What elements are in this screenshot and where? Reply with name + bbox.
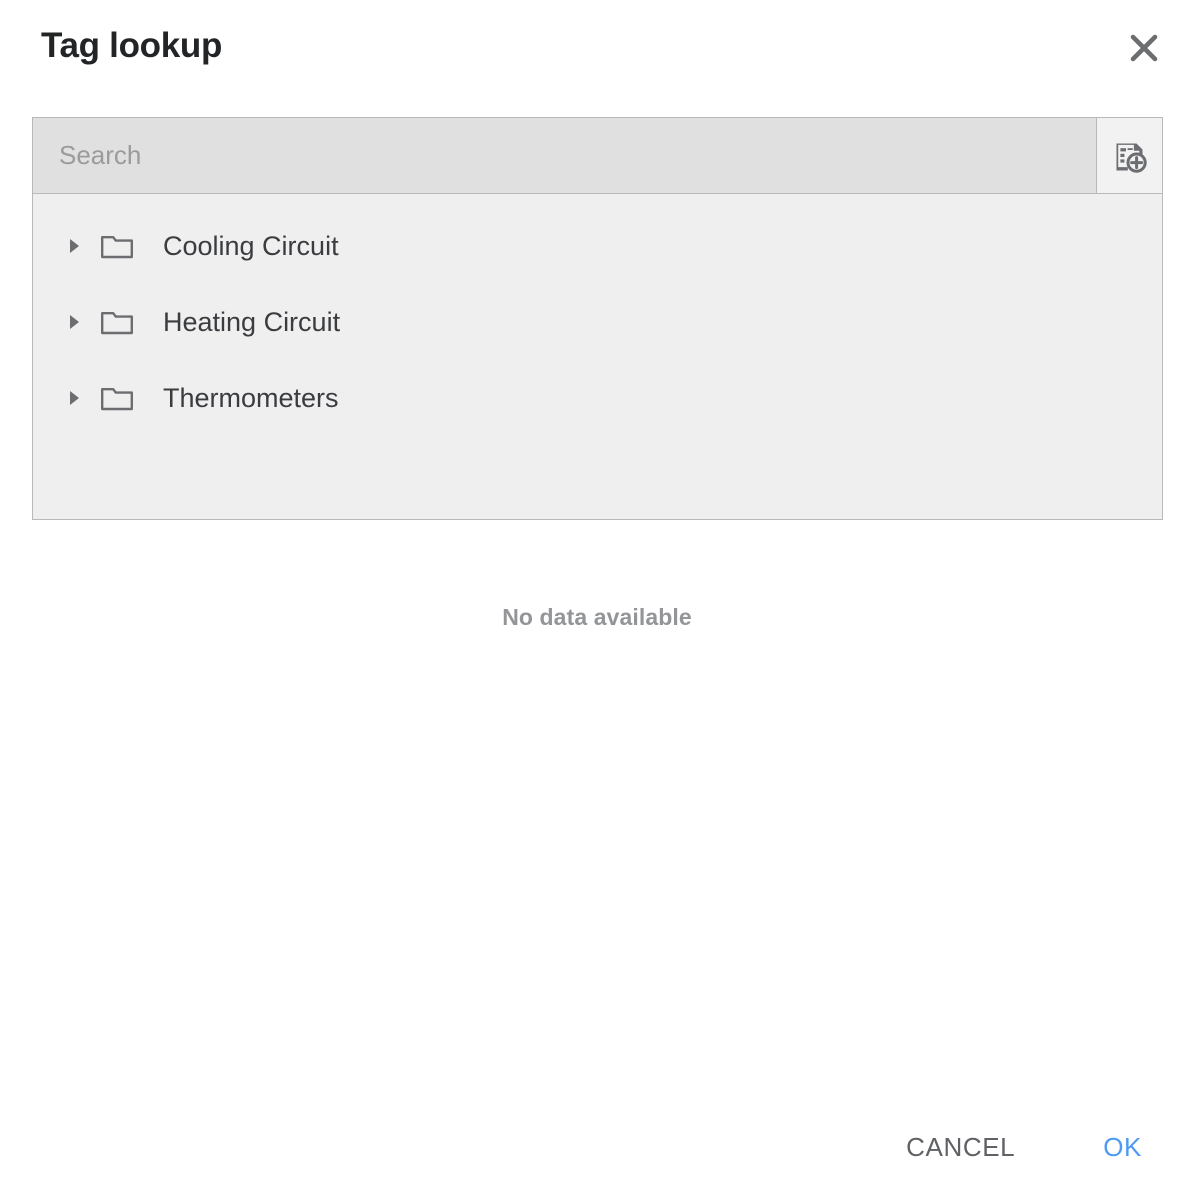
folder-icon (99, 383, 135, 413)
tree-item-label: Cooling Circuit (163, 231, 339, 261)
tree-item-heating-circuit[interactable]: Heating Circuit (33, 284, 1162, 360)
tree-item-cooling-circuit[interactable]: Cooling Circuit (33, 208, 1162, 284)
folder-icon (99, 231, 135, 261)
close-button[interactable] (1122, 26, 1166, 70)
dialog-header: Tag lookup (0, 0, 1194, 96)
add-tag-button[interactable] (1096, 118, 1162, 193)
chevron-right-icon[interactable] (59, 231, 89, 261)
search-input[interactable] (33, 118, 1096, 193)
ok-button[interactable]: OK (1085, 1120, 1160, 1175)
tree-item-label: Heating Circuit (163, 307, 341, 337)
tree-item-label: Thermometers (163, 383, 339, 413)
tag-tree: Cooling Circuit Heating Circuit Thermome… (33, 194, 1162, 436)
add-tag-icon (1110, 136, 1150, 176)
dialog-footer: CANCEL OK (0, 1092, 1194, 1202)
chevron-right-icon[interactable] (59, 383, 89, 413)
close-icon (1127, 31, 1161, 65)
cancel-button[interactable]: CANCEL (888, 1120, 1033, 1175)
tree-item-thermometers[interactable]: Thermometers (33, 360, 1162, 436)
folder-icon (99, 307, 135, 337)
chevron-right-icon[interactable] (59, 307, 89, 337)
empty-state-message: No data available (502, 604, 692, 630)
page-title: Tag lookup (41, 26, 223, 65)
search-row (33, 118, 1162, 194)
tag-lookup-dialog: Tag lookup Search Cooling Circuit Heatin… (0, 0, 1194, 1202)
tag-browser-panel: Cooling Circuit Heating Circuit (32, 117, 1163, 520)
